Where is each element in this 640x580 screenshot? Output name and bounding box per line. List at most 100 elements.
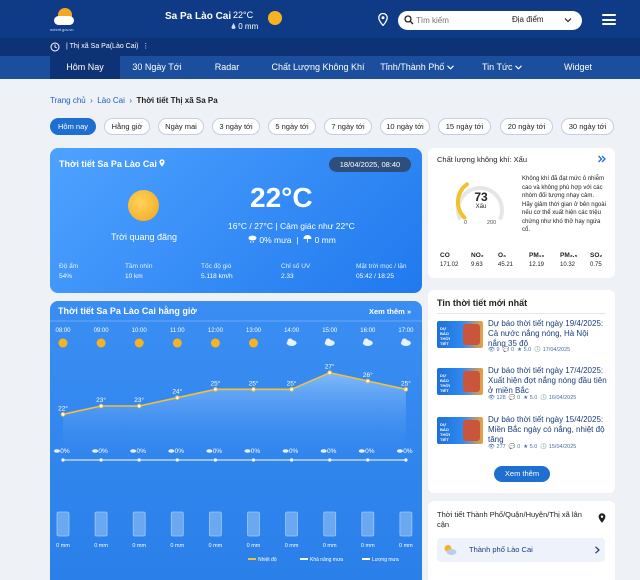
stat-value: 54% <box>59 273 73 280</box>
tab-30-days[interactable]: 30 ngày tới <box>561 118 614 135</box>
pollutant-value: 12.19 <box>529 262 545 268</box>
sun-icon <box>172 338 182 348</box>
hour-label: 12:00 <box>208 328 224 334</box>
rain-amount-label: 0 mm <box>209 543 223 549</box>
hour-label: 13:00 <box>246 328 262 334</box>
double-chevron-right-icon[interactable] <box>598 155 606 163</box>
rain-amount-glass <box>399 511 413 537</box>
news-thumbnail[interactable]: DỰ BÁO THỜI TIẾT <box>437 321 483 348</box>
aqi-title: Chất lượng không khí: Xấu <box>437 155 527 164</box>
rain-chance-label: 0% <box>289 448 299 455</box>
nav-item-30-days[interactable]: 30 Ngày Tới <box>122 56 192 79</box>
tab-today[interactable]: Hôm nay <box>50 118 96 135</box>
nav-item-radar[interactable]: Radar <box>197 56 257 79</box>
pollutant-value: 171.02 <box>440 262 459 268</box>
news-date: 17/04/2025 <box>542 347 571 353</box>
rain-cloud-icon <box>92 449 99 453</box>
hamburger-menu-icon[interactable] <box>602 14 616 25</box>
tab-10-days[interactable]: 10 ngày tới <box>380 118 430 135</box>
search-input[interactable] <box>416 13 508 28</box>
header-rain-value: 0 mm <box>238 22 259 31</box>
news-headline[interactable]: Dự báo thời tiết ngày 19/4/2025: Cả nước… <box>488 319 608 349</box>
clear-sky-sun-icon <box>128 190 159 221</box>
temperature-label: 25° <box>210 379 220 387</box>
tab-5-days[interactable]: 5 ngày tới <box>268 118 316 135</box>
news-comments: 0 <box>517 444 521 450</box>
nav-item-news[interactable]: Tin Tức <box>474 56 530 79</box>
sun-icon <box>58 338 68 348</box>
tab-15-days[interactable]: 15 ngày tới <box>438 118 491 135</box>
rain-chance-label: 0% <box>251 448 261 455</box>
tab-hourly[interactable]: Hằng giờ <box>104 118 150 135</box>
stat-uv-index: Chỉ số UV 2.33 <box>281 263 310 280</box>
news-thumb-tag: DỰ BÁO THỜI TIẾT <box>440 422 450 442</box>
aqi-level: Xấu <box>475 204 487 210</box>
rain-amount-label: 0 mm <box>361 543 375 549</box>
news-see-more-button[interactable]: Xem thêm <box>494 466 550 482</box>
rain-amount-label: 0 mm <box>399 543 413 549</box>
temperature-label: 25° <box>287 379 297 387</box>
location-pin-icon[interactable] <box>378 13 388 26</box>
aqi-min: 0 <box>464 220 468 226</box>
tab-7-days[interactable]: 7 ngày tới <box>324 118 372 135</box>
temperature-point <box>365 378 371 384</box>
pollutant-pm25: PM₂.₅ 10.32 <box>560 252 577 268</box>
hour-label: 10:00 <box>132 328 148 334</box>
nav-item-air-quality[interactable]: Chất Lượng Không Khí <box>268 56 368 79</box>
chevron-right-icon <box>595 546 600 554</box>
nearby-location-item[interactable]: Thành phố Lào Cai <box>437 538 605 562</box>
current-weather-title: Thời tiết Sa Pa Lào Cai <box>59 159 166 169</box>
rain-cloud-icon <box>248 235 257 243</box>
header-location[interactable]: Sa Pa Lào Cai <box>165 11 231 22</box>
presenter-image <box>463 420 480 441</box>
news-meta: 👁 277 💬 0 ★ 5.0 🕒 15/04/2025 <box>488 444 577 450</box>
nearby-locations-card: Thời tiết Thành Phố/Quận/Huyện/Thị xã lâ… <box>428 501 615 580</box>
search-scope-select[interactable]: Địa điểm <box>512 15 544 24</box>
temperature-point <box>251 387 256 392</box>
tab-3-days[interactable]: 3 ngày tới <box>212 118 260 135</box>
breadcrumb-home[interactable]: Trang chủ <box>50 96 86 105</box>
rain-chance: 0% mưa <box>259 235 292 245</box>
search-icon[interactable] <box>404 15 414 25</box>
news-title: Tin thời tiết mới nhất <box>437 298 528 308</box>
news-headline[interactable]: Dự báo thời tiết ngày 17/4/2025: Xuất hi… <box>488 366 608 396</box>
legend-label: Lượng mưa <box>372 557 399 563</box>
news-date: 15/04/2025 <box>548 444 577 450</box>
temperature-point <box>136 403 142 409</box>
rain-cloud-icon <box>358 449 365 453</box>
rain-chance-label: 0% <box>98 448 108 455</box>
stat-label: Tầm nhìn <box>125 263 153 270</box>
current-datetime: 18/04/2025, 08:40 <box>329 157 411 172</box>
site-logo[interactable]: nchmf.gov.vn <box>50 6 78 32</box>
nav-news-label: Tin Tức <box>481 62 513 72</box>
recent-location[interactable]: | Thị xã Sa Pa(Lào Cai) ⋮ <box>66 42 149 50</box>
hour-label: 16:00 <box>360 328 376 334</box>
sun-icon <box>249 338 258 348</box>
temperature-point <box>403 387 409 392</box>
location-pin-icon <box>159 159 166 167</box>
chevron-down-icon[interactable] <box>564 16 572 24</box>
tab-tomorrow[interactable]: Ngày mai <box>158 118 204 135</box>
logo-cloud-icon <box>54 16 74 25</box>
news-views: 277 <box>496 444 506 450</box>
rain-cloud-icon <box>282 449 289 453</box>
stat-label: Mặt trời mọc / lặn <box>356 263 407 270</box>
temperature-label: 25° <box>401 379 411 387</box>
news-thumbnail[interactable]: DỰ BÁO THỜI TIẾT <box>437 417 483 444</box>
hour-label: 14:00 <box>284 328 300 334</box>
stat-value: 05:42 / 18:25 <box>356 273 394 280</box>
rain-amount-glass <box>170 511 184 537</box>
rain-amount-label: 0 mm <box>247 543 261 549</box>
cloud-icon-part <box>287 338 293 344</box>
breadcrumb-province[interactable]: Lào Cai <box>97 96 125 105</box>
news-date: 16/04/2025 <box>548 395 577 401</box>
nav-item-provinces[interactable]: Tỉnh/Thành Phố <box>378 56 456 79</box>
news-thumbnail[interactable]: DỰ BÁO THỜI TIẾT <box>437 368 483 395</box>
tab-20-days[interactable]: 20 ngày tới <box>500 118 553 135</box>
rain-summary: 0% mưa | 0 mm <box>248 235 336 245</box>
sun-icon <box>134 338 144 348</box>
nav-item-today[interactable]: Hôm Nay <box>50 56 120 79</box>
nav-item-widget[interactable]: Widget <box>548 56 608 79</box>
location-pin-icon <box>598 513 606 523</box>
news-headline[interactable]: Dự báo thời tiết ngày 15/4/2025: Miền Bắ… <box>488 415 608 445</box>
